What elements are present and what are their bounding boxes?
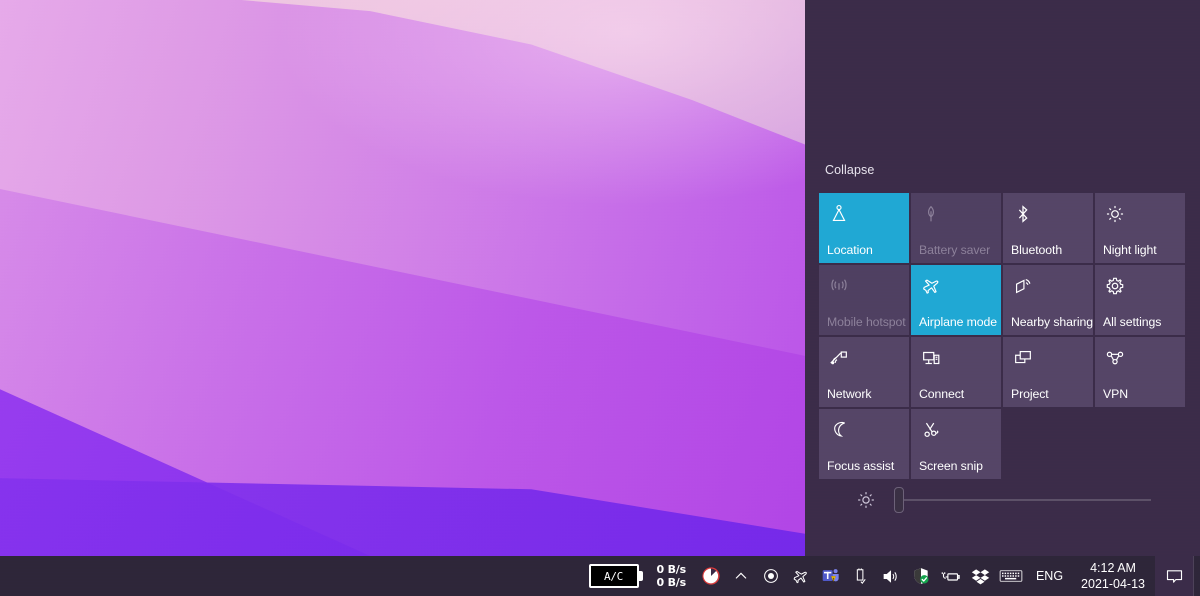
- quick-action-label: Project: [1011, 387, 1049, 401]
- quick-action-label: Nearby sharing: [1011, 315, 1093, 329]
- brightness-control: [819, 486, 1191, 514]
- network-icon: [828, 347, 850, 369]
- brightness-slider[interactable]: [894, 487, 1151, 513]
- touch-keyboard-icon[interactable]: [999, 564, 1023, 588]
- battery-cap: [638, 571, 643, 581]
- ac-power-indicator[interactable]: A/C: [588, 564, 645, 588]
- download-speed: 0 B/s: [656, 576, 687, 589]
- disk-usage-icon[interactable]: [699, 564, 723, 588]
- moon-icon: [828, 419, 850, 441]
- quick-action-airplane-mode[interactable]: Airplane mode: [911, 265, 1001, 335]
- quick-action-screen-snip[interactable]: Screen snip: [911, 409, 1001, 479]
- network-speed-indicator[interactable]: 0 B/s 0 B/s: [656, 563, 687, 589]
- airplane-icon: [920, 275, 942, 297]
- quick-action-all-settings[interactable]: All settings: [1095, 265, 1185, 335]
- quick-action-focus-assist[interactable]: Focus assist: [819, 409, 909, 479]
- quick-action-vpn[interactable]: VPN: [1095, 337, 1185, 407]
- quick-action-label: Mobile hotspot: [827, 315, 906, 329]
- dropbox-icon[interactable]: [969, 564, 993, 588]
- clock-time: 4:12 AM: [1090, 561, 1136, 575]
- quick-action-label: Location: [827, 243, 873, 257]
- quick-action-label: Connect: [919, 387, 965, 401]
- quick-action-bluetooth[interactable]: Bluetooth: [1003, 193, 1093, 263]
- quick-actions-grid: Location Battery saver Bluetooth Night l…: [819, 193, 1191, 479]
- hotspot-icon: [828, 275, 850, 297]
- quick-action-night-light[interactable]: Night light: [1095, 193, 1185, 263]
- quick-action-label: Network: [827, 387, 872, 401]
- system-tray: A/C 0 B/s 0 B/s ENG 4:12 AM 2021-04-13: [585, 556, 1200, 596]
- windows-security-icon[interactable]: [909, 564, 933, 588]
- collapse-quick-actions-link[interactable]: Collapse: [825, 163, 874, 177]
- battery-charging-icon[interactable]: [939, 564, 963, 588]
- show-hidden-icons-chevron[interactable]: [729, 564, 753, 588]
- leaf-icon: [920, 203, 942, 225]
- quick-action-project[interactable]: Project: [1003, 337, 1093, 407]
- quick-action-label: VPN: [1103, 387, 1128, 401]
- quick-action-location[interactable]: Location: [819, 193, 909, 263]
- microsoft-teams-icon[interactable]: [819, 564, 843, 588]
- nearby-sharing-icon: [1012, 275, 1034, 297]
- ac-power-label: A/C: [604, 569, 623, 583]
- quick-action-label: All settings: [1103, 315, 1162, 329]
- wallpaper-grain: [0, 0, 805, 556]
- project-icon: [1012, 347, 1034, 369]
- notification-center-icon[interactable]: [1155, 556, 1193, 596]
- quick-action-label: Screen snip: [919, 459, 983, 473]
- language-indicator[interactable]: ENG: [1036, 569, 1063, 583]
- screen: Collapse Location Battery saver Bluetoot…: [0, 0, 1200, 596]
- desktop-wallpaper[interactable]: [0, 0, 805, 556]
- bluetooth-icon: [1012, 203, 1034, 225]
- quick-action-battery-saver[interactable]: Battery saver: [911, 193, 1001, 263]
- notifications-area: [805, 0, 1200, 155]
- brightness-icon: [855, 489, 877, 511]
- quick-action-label: Focus assist: [827, 459, 895, 473]
- quick-action-mobile-hotspot[interactable]: Mobile hotspot: [819, 265, 909, 335]
- connect-icon: [920, 347, 942, 369]
- action-center-panel: Collapse Location Battery saver Bluetoot…: [805, 0, 1200, 556]
- quick-action-connect[interactable]: Connect: [911, 337, 1001, 407]
- quick-action-label: Night light: [1103, 243, 1157, 257]
- record-icon[interactable]: [759, 564, 783, 588]
- location-icon: [828, 203, 850, 225]
- quick-action-label: Battery saver: [919, 243, 991, 257]
- brightness-slider-thumb[interactable]: [894, 487, 904, 513]
- airplane-mode-tray-icon[interactable]: [789, 564, 813, 588]
- taskbar: A/C 0 B/s 0 B/s ENG 4:12 AM 2021-04-13: [0, 556, 1200, 596]
- quick-action-label: Airplane mode: [919, 315, 997, 329]
- vpn-icon: [1104, 347, 1126, 369]
- quick-action-network[interactable]: Network: [819, 337, 909, 407]
- safely-remove-hardware-icon[interactable]: [849, 564, 873, 588]
- volume-icon[interactable]: [879, 564, 903, 588]
- upload-speed: 0 B/s: [656, 563, 687, 576]
- quick-action-nearby-sharing[interactable]: Nearby sharing: [1003, 265, 1093, 335]
- gear-icon: [1104, 275, 1126, 297]
- quick-action-label: Bluetooth: [1011, 243, 1063, 257]
- show-desktop-button[interactable]: [1193, 556, 1200, 596]
- clock[interactable]: 4:12 AM 2021-04-13: [1071, 556, 1155, 596]
- ac-power-body: A/C: [588, 564, 639, 588]
- clock-date: 2021-04-13: [1081, 577, 1145, 591]
- screen-snip-icon: [920, 419, 942, 441]
- night-light-icon: [1104, 203, 1126, 225]
